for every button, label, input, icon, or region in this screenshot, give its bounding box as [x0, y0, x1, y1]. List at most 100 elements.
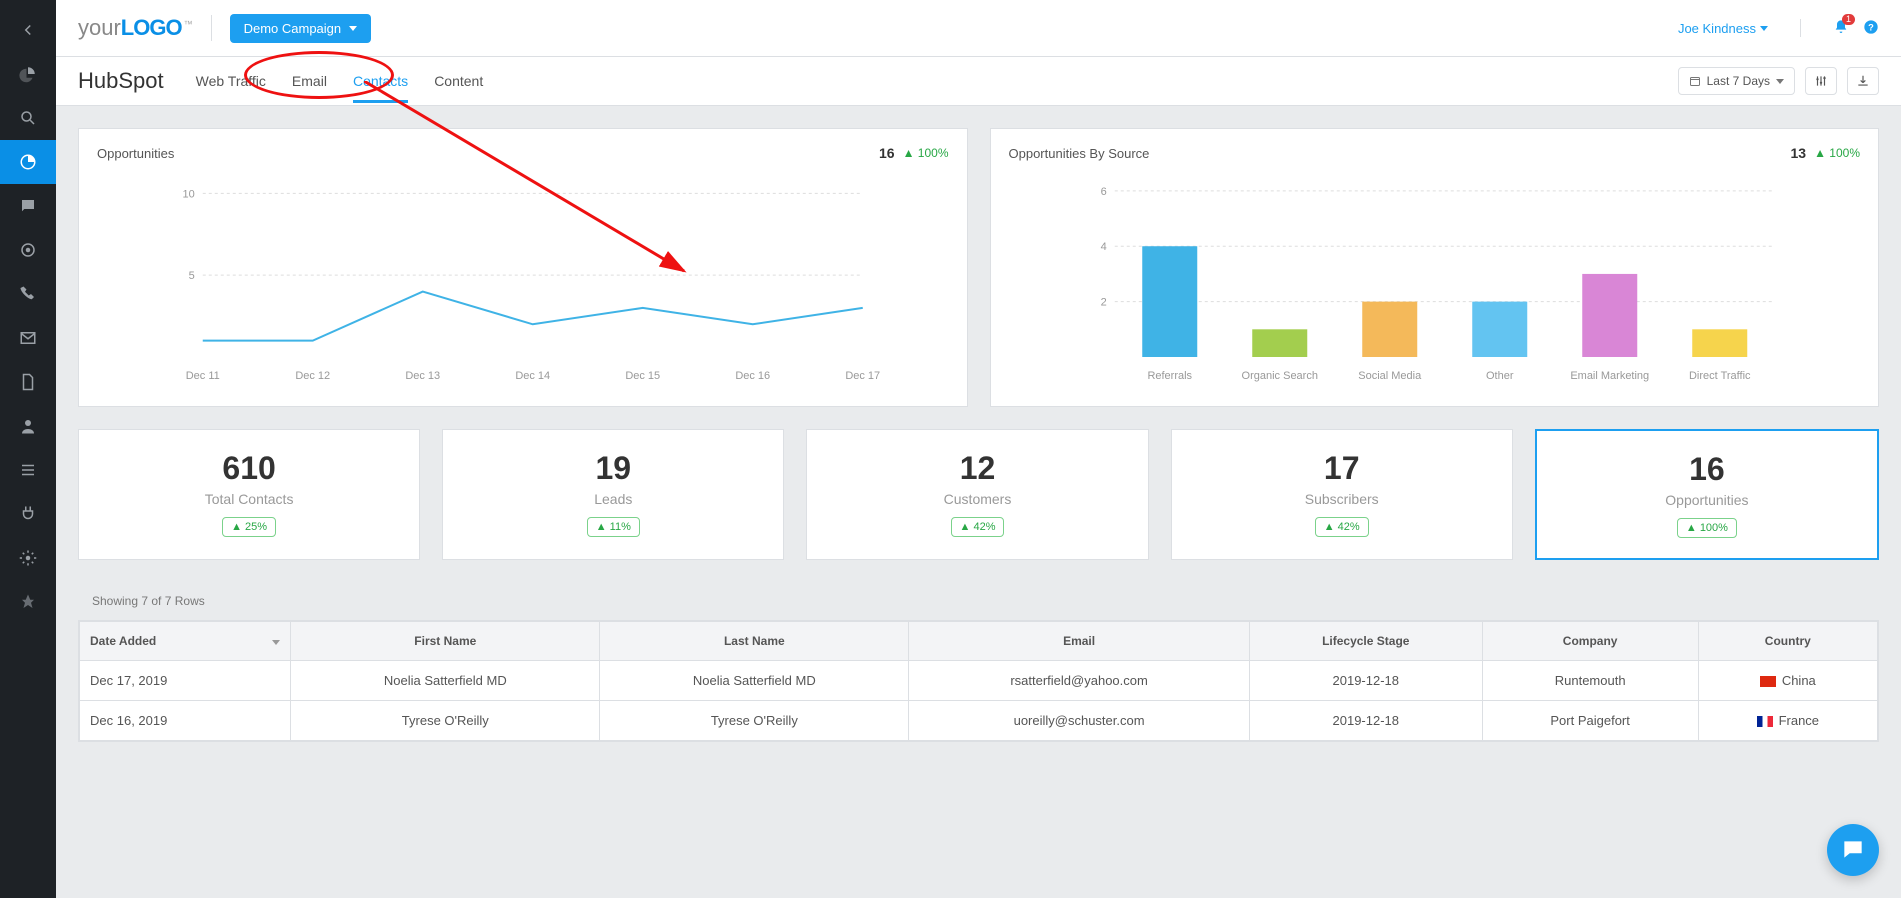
integration-name: HubSpot	[78, 68, 164, 94]
kpi-opportunities[interactable]: 16 Opportunities ▲ 100%	[1535, 429, 1879, 560]
svg-text:?: ?	[1868, 22, 1874, 32]
date-range-label: Last 7 Days	[1707, 74, 1770, 88]
sort-icon	[272, 634, 280, 648]
svg-text:Dec 12: Dec 12	[295, 370, 330, 382]
caret-down-icon	[1760, 26, 1768, 31]
kpi-row: 610 Total Contacts ▲ 25%19 Leads ▲ 11%12…	[78, 429, 1879, 560]
rail-list[interactable]	[0, 448, 56, 492]
rail-plug[interactable]	[0, 492, 56, 536]
rail-file[interactable]	[0, 360, 56, 404]
rail-analytics[interactable]	[0, 140, 56, 184]
kpi-subscribers[interactable]: 17 Subscribers ▲ 42%	[1171, 429, 1513, 560]
cell-last: Noelia Satterfield MD	[600, 661, 909, 701]
svg-text:Dec 11: Dec 11	[186, 370, 220, 382]
svg-text:Dec 15: Dec 15	[625, 370, 660, 382]
campaign-selector[interactable]: Demo Campaign	[230, 14, 372, 43]
rail-pin[interactable]	[0, 580, 56, 624]
col-last-name[interactable]: Last Name	[600, 622, 909, 661]
svg-text:Referrals: Referrals	[1147, 370, 1192, 382]
cell-stage: 2019-12-18	[1249, 661, 1482, 701]
help-icon: ?	[1863, 19, 1879, 35]
kpi-delta: ▲ 25%	[222, 517, 276, 537]
chart-delta: ▲ 100%	[903, 146, 949, 160]
download-button[interactable]	[1847, 67, 1879, 95]
contacts-table-section: Showing 7 of 7 Rows Date AddedFirst Name…	[78, 582, 1879, 742]
campaign-label: Demo Campaign	[244, 21, 342, 36]
rail-gear[interactable]	[0, 536, 56, 580]
cell-stage: 2019-12-18	[1249, 701, 1482, 741]
svg-text:Other: Other	[1485, 370, 1513, 382]
rail-user[interactable]	[0, 404, 56, 448]
kpi-total-contacts[interactable]: 610 Total Contacts ▲ 25%	[78, 429, 420, 560]
col-first-name[interactable]: First Name	[291, 622, 600, 661]
divider	[1800, 19, 1801, 37]
svg-text:4: 4	[1100, 241, 1106, 253]
rail-back[interactable]	[0, 8, 56, 52]
contacts-table: Date AddedFirst NameLast NameEmailLifecy…	[79, 621, 1878, 741]
kpi-leads[interactable]: 19 Leads ▲ 11%	[442, 429, 784, 560]
cell-first: Noelia Satterfield MD	[291, 661, 600, 701]
kpi-delta: ▲ 42%	[951, 517, 1005, 537]
top-bar: yourLOGO™ Demo Campaign Joe Kindness 1 ?	[56, 0, 1901, 56]
svg-text:Dec 16: Dec 16	[735, 370, 770, 382]
col-lifecycle-stage[interactable]: Lifecycle Stage	[1249, 622, 1482, 661]
kpi-label: Total Contacts	[89, 491, 409, 507]
cell-date: Dec 16, 2019	[80, 701, 291, 741]
rail-mail[interactable]	[0, 316, 56, 360]
rail-chat[interactable]	[0, 184, 56, 228]
svg-text:2: 2	[1100, 297, 1106, 309]
col-company[interactable]: Company	[1482, 622, 1698, 661]
svg-text:6: 6	[1100, 186, 1106, 198]
opportunities-line-chart[interactable]: 510Dec 11Dec 12Dec 13Dec 14Dec 15Dec 16D…	[97, 167, 949, 387]
col-date-added[interactable]: Date Added	[80, 622, 291, 661]
notifications-button[interactable]: 1	[1833, 19, 1849, 38]
table-row[interactable]: Dec 17, 2019 Noelia Satterfield MD Noeli…	[80, 661, 1878, 701]
kpi-delta: ▲ 11%	[587, 517, 640, 537]
chart-metric: 13	[1791, 145, 1807, 161]
kpi-value: 17	[1182, 450, 1502, 487]
rail-dashboard[interactable]	[0, 52, 56, 96]
svg-text:10: 10	[183, 188, 195, 200]
rail-target[interactable]	[0, 228, 56, 272]
svg-text:Dec 17: Dec 17	[845, 370, 880, 382]
kpi-customers[interactable]: 12 Customers ▲ 42%	[806, 429, 1148, 560]
opps-by-source-bar-chart[interactable]: 2 4 6 Referrals Organic Search Social Media Ot…	[1009, 167, 1861, 387]
settings-button[interactable]	[1805, 67, 1837, 95]
cell-company: Port Paigefort	[1482, 701, 1698, 741]
tab-web-traffic[interactable]: Web Traffic	[196, 59, 266, 103]
content-area: Opportunities 16 ▲ 100% 510Dec 11Dec 12D…	[56, 106, 1901, 764]
logo-bold: LOGO	[121, 15, 182, 40]
notification-badge: 1	[1842, 14, 1855, 25]
col-country[interactable]: Country	[1698, 622, 1877, 661]
svg-text:Social Media: Social Media	[1358, 370, 1422, 382]
help-button[interactable]: ?	[1863, 19, 1879, 38]
svg-text:Dec 13: Dec 13	[405, 370, 440, 382]
opps-by-source-panel: Opportunities By Source 13 ▲ 100% 246Ref…	[990, 128, 1880, 407]
rail-phone[interactable]	[0, 272, 56, 316]
chart-metric: 16	[879, 145, 895, 161]
flag-icon	[1760, 676, 1776, 687]
col-email[interactable]: Email	[909, 622, 1250, 661]
logo: yourLOGO™	[78, 15, 193, 41]
chart-delta: ▲ 100%	[1814, 146, 1860, 160]
tab-contacts[interactable]: Contacts	[353, 59, 408, 103]
chat-widget[interactable]	[1827, 824, 1879, 876]
sub-nav: HubSpot Web TrafficEmailContactsContent …	[56, 56, 1901, 106]
kpi-value: 12	[817, 450, 1137, 487]
table-row[interactable]: Dec 16, 2019 Tyrese O'Reilly Tyrese O'Re…	[80, 701, 1878, 741]
user-menu[interactable]: Joe Kindness	[1678, 21, 1768, 36]
cell-date: Dec 17, 2019	[80, 661, 291, 701]
user-name-label: Joe Kindness	[1678, 21, 1756, 36]
date-range-button[interactable]: Last 7 Days	[1678, 67, 1795, 95]
tab-email[interactable]: Email	[292, 59, 327, 103]
opportunities-chart-panel: Opportunities 16 ▲ 100% 510Dec 11Dec 12D…	[78, 128, 968, 407]
cell-first: Tyrese O'Reilly	[291, 701, 600, 741]
calendar-icon	[1689, 75, 1701, 87]
rail-search[interactable]	[0, 96, 56, 140]
divider	[211, 15, 212, 41]
kpi-value: 16	[1547, 451, 1867, 488]
tab-content[interactable]: Content	[434, 59, 483, 103]
kpi-value: 610	[89, 450, 409, 487]
svg-text:Organic Search: Organic Search	[1241, 370, 1317, 382]
download-icon	[1856, 74, 1870, 88]
